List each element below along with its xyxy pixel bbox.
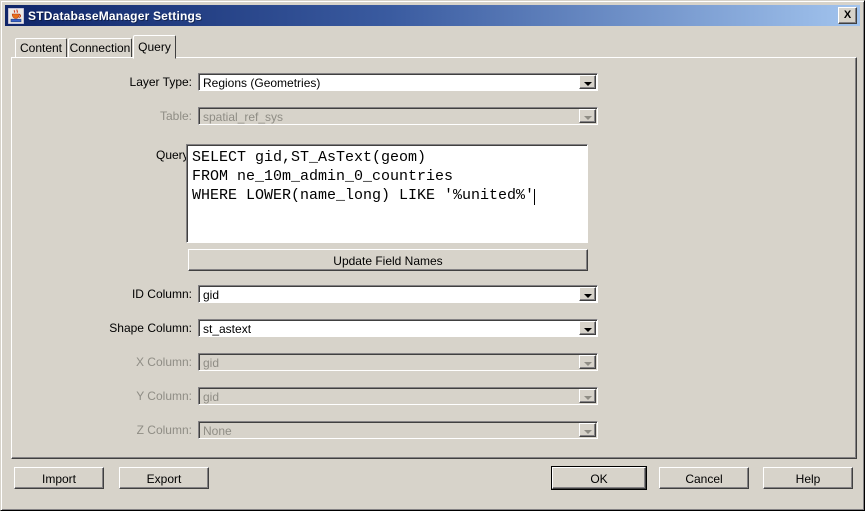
shape-column-dropdown-button[interactable] <box>579 321 596 335</box>
chevron-down-icon <box>584 362 592 366</box>
layer-type-combobox[interactable]: Regions (Geometries) <box>198 73 598 91</box>
y-column-label: Y Column: <box>136 389 192 403</box>
chevron-down-icon <box>584 396 592 400</box>
tab-connection[interactable]: Connection <box>68 38 132 58</box>
query-textarea[interactable]: SELECT gid,ST_AsText(geom) FROM ne_10m_a… <box>186 144 588 243</box>
y-column-combobox: gid <box>198 387 598 405</box>
text-caret <box>534 189 536 205</box>
chevron-down-icon <box>584 116 592 120</box>
shape-column-label: Shape Column: <box>109 321 192 335</box>
z-column-value: None <box>203 424 232 438</box>
y-column-dropdown-button <box>579 389 596 403</box>
shape-column-value: st_astext <box>203 322 252 336</box>
cancel-button[interactable]: Cancel <box>659 467 749 489</box>
java-coffee-icon <box>8 7 24 24</box>
chevron-down-icon <box>584 82 592 86</box>
x-column-combobox: gid <box>198 353 598 371</box>
z-column-combobox: None <box>198 421 598 439</box>
id-column-label: ID Column: <box>131 287 192 301</box>
id-column-dropdown-button[interactable] <box>579 287 596 301</box>
update-field-names-button[interactable]: Update Field Names <box>188 249 588 271</box>
query-text: SELECT gid,ST_AsText(geom) FROM ne_10m_a… <box>192 149 535 204</box>
chevron-down-icon <box>584 328 592 332</box>
import-button[interactable]: Import <box>14 467 104 489</box>
settings-dialog: STDatabaseManager Settings X Content Con… <box>0 0 865 511</box>
table-value: spatial_ref_sys <box>203 110 284 124</box>
y-column-value: gid <box>203 390 220 404</box>
tab-query[interactable]: Query <box>133 35 176 59</box>
tab-content[interactable]: Content <box>15 38 67 58</box>
export-button[interactable]: Export <box>119 467 209 489</box>
layer-type-value: Regions (Geometries) <box>203 76 321 90</box>
x-column-value: gid <box>203 356 220 370</box>
close-button[interactable]: X <box>838 7 857 24</box>
id-column-value: gid <box>203 288 220 302</box>
table-combobox: spatial_ref_sys <box>198 107 598 125</box>
layer-type-dropdown-button[interactable] <box>579 75 596 89</box>
layer-type-label: Layer Type: <box>129 75 192 89</box>
ok-button[interactable]: OK <box>552 467 646 489</box>
title-bar[interactable]: STDatabaseManager Settings X <box>5 5 860 26</box>
z-column-label: Z Column: <box>136 423 192 437</box>
chevron-down-icon <box>584 294 592 298</box>
shape-column-combobox[interactable]: st_astext <box>198 319 598 337</box>
query-label: Query: <box>155 148 192 162</box>
x-column-label: X Column: <box>135 355 192 369</box>
window-title: STDatabaseManager Settings <box>28 8 202 23</box>
z-column-dropdown-button <box>579 423 596 437</box>
chevron-down-icon <box>584 430 592 434</box>
x-column-dropdown-button <box>579 355 596 369</box>
id-column-combobox[interactable]: gid <box>198 285 598 303</box>
table-dropdown-button <box>579 109 596 123</box>
help-button[interactable]: Help <box>763 467 853 489</box>
query-tab-panel: Layer Type: Regions (Geometries) Table: … <box>11 57 857 459</box>
table-label: Table: <box>159 109 192 123</box>
